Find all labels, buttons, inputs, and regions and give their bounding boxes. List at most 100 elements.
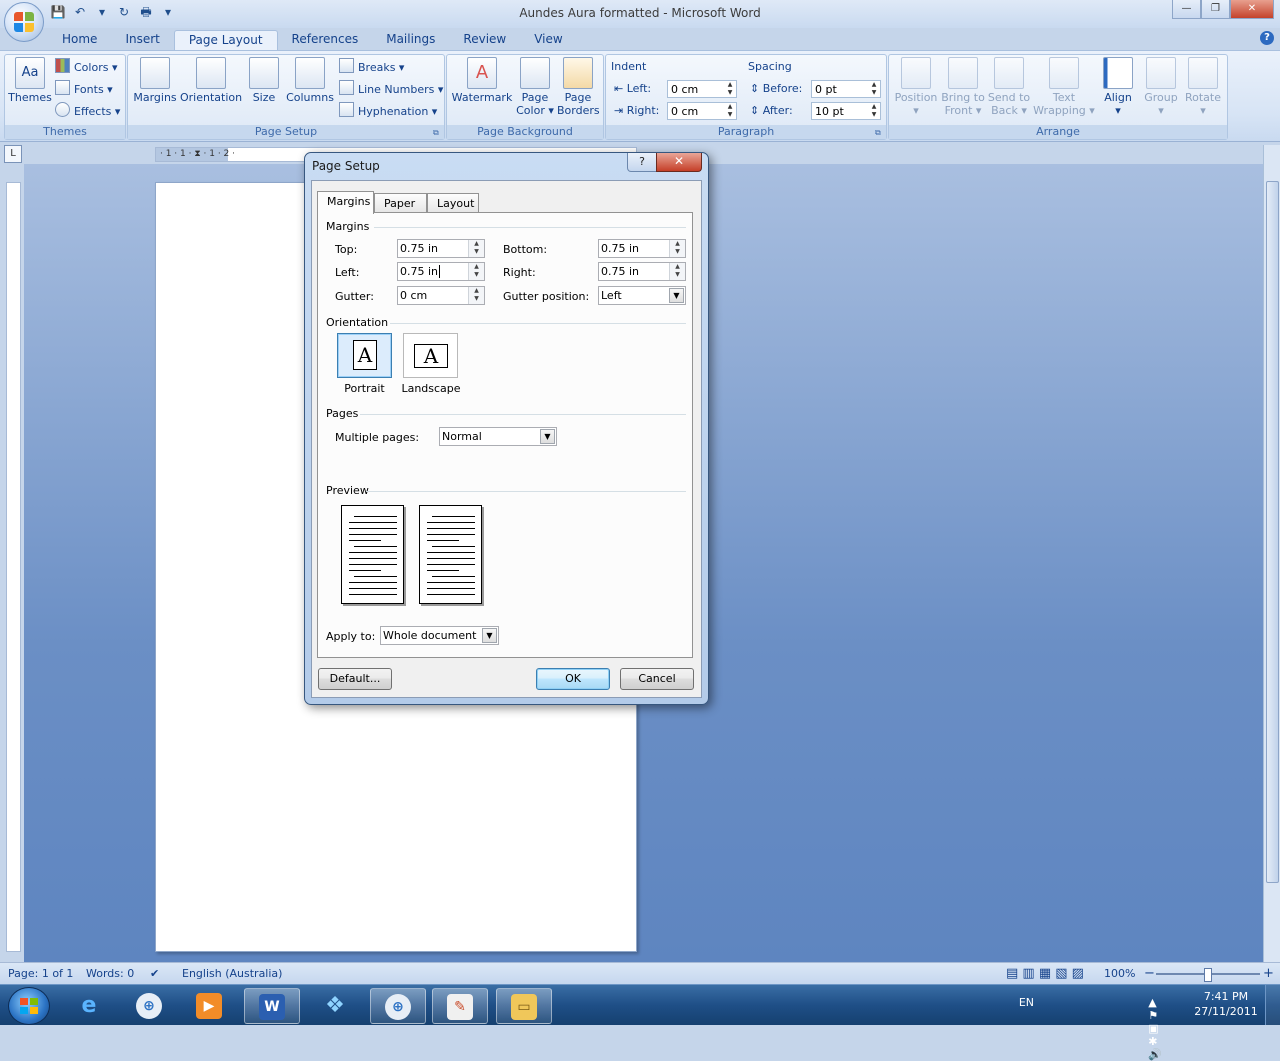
theme-fonts-button[interactable]: Fonts ▾ (55, 80, 113, 98)
theme-colors-button[interactable]: Colors ▾ (55, 58, 117, 76)
position-button[interactable]: Position ▾ (893, 57, 939, 117)
top-margin-spinner[interactable]: ▲ ▼ (468, 240, 484, 257)
top-label: Top: (335, 243, 358, 256)
zoom-in-icon[interactable]: + (1263, 963, 1274, 985)
tab-references[interactable]: References (278, 30, 373, 50)
spacing-after-input[interactable]: 10 pt ▲ ▼ (811, 102, 881, 120)
landscape-option[interactable]: A (403, 333, 458, 378)
show-desktop-button[interactable] (1265, 985, 1280, 1025)
zoom-slider-thumb[interactable] (1204, 968, 1212, 982)
page-setup-launcher-icon[interactable]: ⧉ (433, 128, 442, 137)
group-dropdown-icon: ▾ (1158, 104, 1164, 117)
tab-paper[interactable]: Paper (374, 193, 427, 212)
send-to-back-button[interactable]: Send to Back ▾ (987, 57, 1031, 117)
tab-selector[interactable]: L (4, 145, 22, 163)
orientation-button[interactable]: Orientation (180, 57, 242, 104)
line-numbers-button[interactable]: Line Numbers ▾ (339, 80, 443, 98)
dialog-close-button[interactable]: ✕ (656, 153, 702, 172)
indent-left-input[interactable]: 0 cm ▲ ▼ (667, 80, 737, 98)
proofing-icon[interactable]: ✔ (150, 963, 159, 985)
group-button[interactable]: Group ▾ (1141, 57, 1181, 117)
taskbar-ie[interactable]: e (62, 988, 116, 1022)
gutter-input[interactable]: 0 cm ▲ ▼ (397, 286, 485, 305)
tab-view[interactable]: View (520, 30, 576, 50)
align-button[interactable]: Align ▾ (1099, 57, 1137, 117)
minimize-button[interactable]: — (1172, 0, 1201, 19)
left-margin-spinner[interactable]: ▲ ▼ (468, 263, 484, 280)
multiple-pages-select[interactable]: Normal ▼ (439, 427, 557, 446)
page-borders-button[interactable]: Page Borders (557, 57, 600, 117)
gutter-position-dropdown-icon[interactable]: ▼ (669, 288, 684, 303)
top-margin-input[interactable]: 0.75 in ▲ ▼ (397, 239, 485, 258)
zoom-level[interactable]: 100% (1104, 963, 1135, 985)
system-clock[interactable]: 7:41 PM 27/11/2011 (1194, 989, 1258, 1019)
help-icon[interactable]: ? (1260, 31, 1274, 45)
taskbar-media-player[interactable]: ▶ (182, 988, 236, 1022)
columns-button[interactable]: Columns (286, 57, 334, 104)
gutter-spinner[interactable]: ▲ ▼ (468, 287, 484, 304)
word-count[interactable]: Words: 0 (86, 963, 134, 985)
tab-mailings[interactable]: Mailings (372, 30, 449, 50)
gutter-position-select[interactable]: Left ▼ (598, 286, 686, 305)
language-bar[interactable]: EN (1019, 996, 1034, 1009)
dialog-help-button[interactable]: ? (627, 153, 657, 172)
start-button[interactable] (8, 987, 50, 1025)
tab-margins[interactable]: Margins (317, 191, 374, 214)
language-indicator[interactable]: English (Australia) (182, 963, 282, 985)
text-wrapping-button[interactable]: Text Wrapping ▾ (1033, 57, 1095, 117)
right-margin-input[interactable]: 0.75 in ▲ ▼ (598, 262, 686, 281)
spacing-before-spinner[interactable]: ▲ ▼ (868, 81, 880, 97)
indent-right-spinner[interactable]: ▲ ▼ (724, 103, 736, 119)
scrollbar-thumb[interactable] (1266, 181, 1279, 883)
tab-review[interactable]: Review (449, 30, 520, 50)
columns-label: Columns (286, 91, 334, 104)
maximize-button[interactable]: ❐ (1201, 0, 1230, 19)
office-button[interactable] (4, 2, 44, 42)
page-color-button[interactable]: Page Color ▾ (515, 57, 555, 117)
indent-left-spinner[interactable]: ▲ ▼ (724, 81, 736, 97)
ok-button[interactable]: OK (536, 668, 610, 690)
taskbar-word[interactable]: W (244, 988, 300, 1024)
default-button[interactable]: Default... (318, 668, 392, 690)
taskbar-safari-2[interactable]: ⊕ (370, 988, 426, 1024)
apply-to-dropdown-icon[interactable]: ▼ (482, 628, 497, 643)
bring-to-front-button[interactable]: Bring to Front ▾ (941, 57, 985, 117)
preview-line (349, 558, 397, 559)
bottom-margin-spinner[interactable]: ▲ ▼ (669, 240, 685, 257)
tray-icons[interactable]: ▲ ⚑ ▣ ✱ 🔊 (1148, 996, 1168, 1061)
view-buttons[interactable]: ▤ ▥ ▦ ▧ ▨ (1006, 963, 1084, 985)
tab-page-layout[interactable]: Page Layout (173, 30, 278, 51)
tab-home[interactable]: Home (48, 30, 111, 50)
taskbar-dropbox[interactable]: ❖ (308, 988, 362, 1022)
cancel-button[interactable]: Cancel (620, 668, 694, 690)
page-count[interactable]: Page: 1 of 1 (8, 963, 73, 985)
close-button[interactable]: ✕ (1230, 0, 1274, 19)
portrait-option[interactable]: A (337, 333, 392, 378)
indent-right-input[interactable]: 0 cm ▲ ▼ (667, 102, 737, 120)
paragraph-launcher-icon[interactable]: ⧉ (875, 128, 884, 137)
rotate-button[interactable]: Rotate ▾ (1183, 57, 1223, 117)
watermark-button[interactable]: A Watermark (451, 57, 513, 104)
vertical-scrollbar[interactable] (1263, 145, 1280, 962)
breaks-button[interactable]: Breaks ▾ (339, 58, 404, 76)
left-margin-input[interactable]: 0.75 in ▲ ▼ (397, 262, 485, 281)
tab-insert[interactable]: Insert (111, 30, 173, 50)
taskbar-explorer[interactable]: ▭ (496, 988, 552, 1024)
right-margin-spinner[interactable]: ▲ ▼ (669, 263, 685, 280)
multiple-pages-dropdown-icon[interactable]: ▼ (540, 429, 555, 444)
zoom-out-icon[interactable]: − (1144, 963, 1155, 985)
spacing-after-spinner[interactable]: ▲ ▼ (868, 103, 880, 119)
vertical-ruler[interactable] (6, 182, 21, 952)
size-button[interactable]: Size (246, 57, 282, 104)
taskbar-paint[interactable]: ✎ (432, 988, 488, 1024)
themes-button[interactable]: Aa Themes (8, 57, 52, 104)
hyphenation-button[interactable]: Hyphenation ▾ (339, 102, 437, 120)
tab-layout[interactable]: Layout (427, 193, 479, 212)
taskbar-safari[interactable]: ⊕ (122, 988, 176, 1022)
spacing-before-input[interactable]: 0 pt ▲ ▼ (811, 80, 881, 98)
margins-button[interactable]: Margins (132, 57, 178, 104)
apply-to-select[interactable]: Whole document ▼ (380, 626, 499, 645)
bottom-margin-input[interactable]: 0.75 in ▲ ▼ (598, 239, 686, 258)
preview-line (432, 516, 475, 517)
theme-effects-button[interactable]: Effects ▾ (55, 102, 120, 120)
